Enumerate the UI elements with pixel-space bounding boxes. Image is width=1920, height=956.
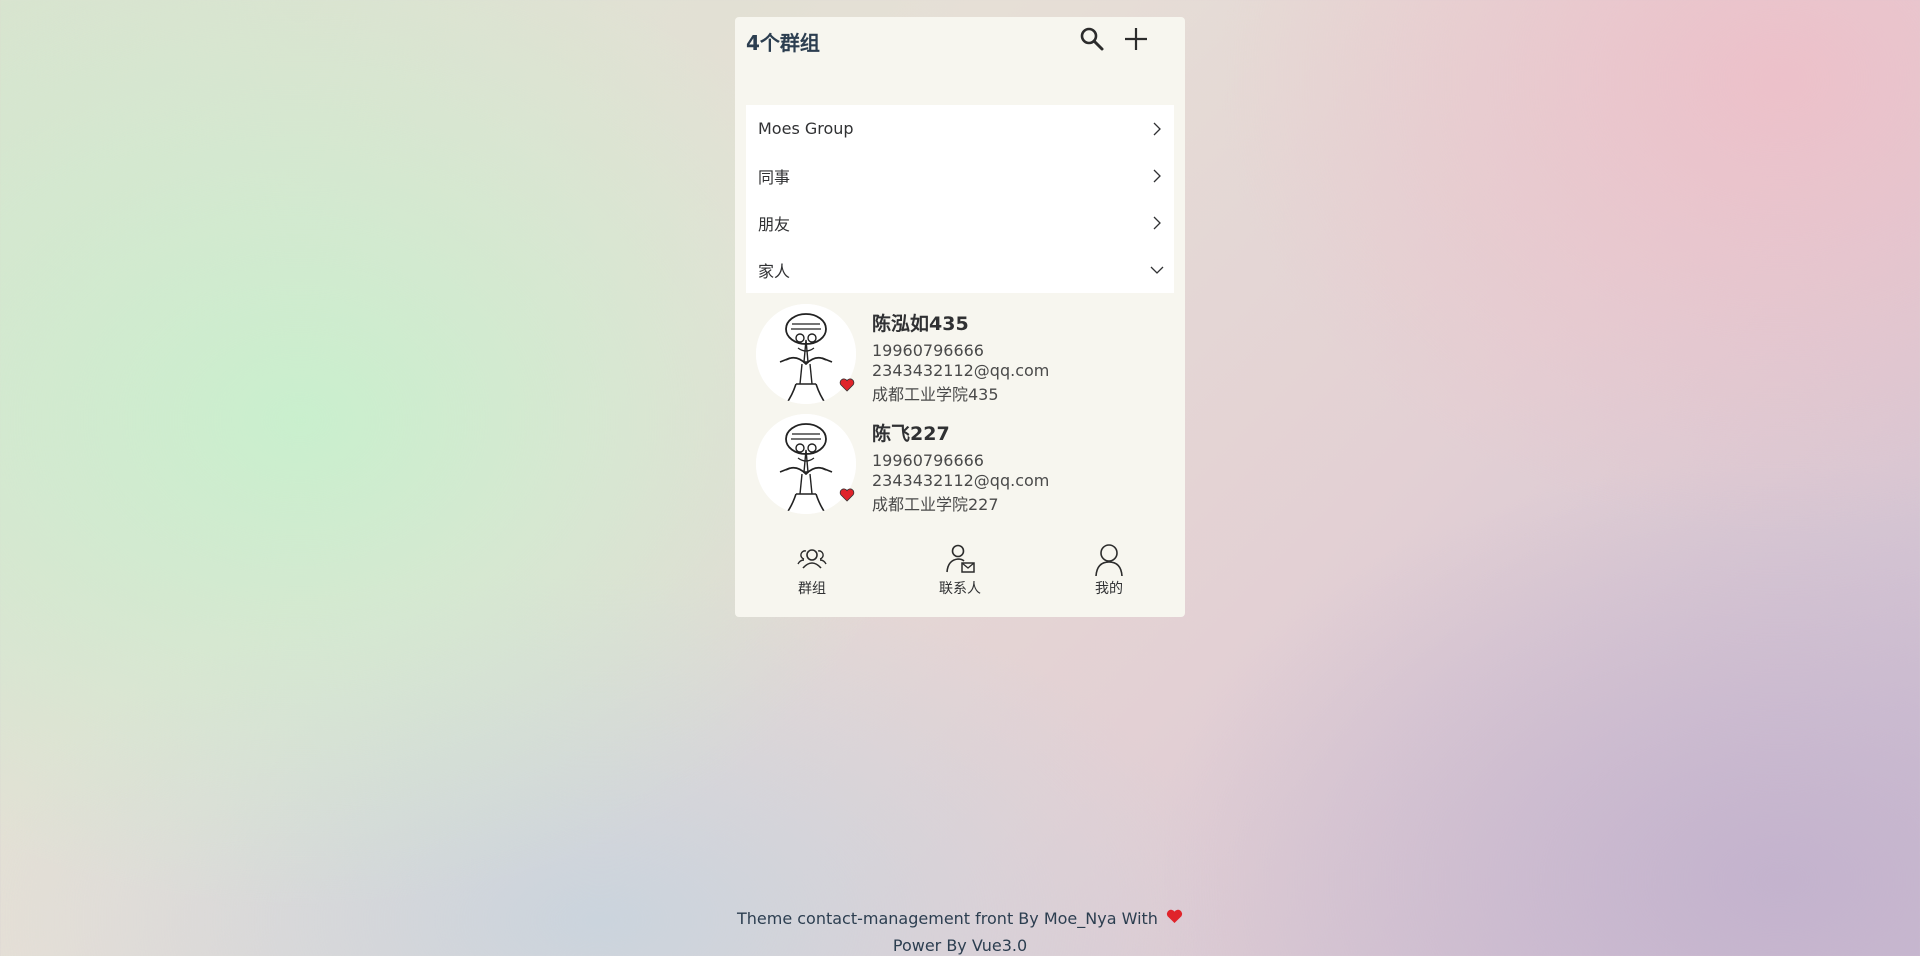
group-label: 朋友 <box>758 214 791 234</box>
group-label: 家人 <box>758 261 791 281</box>
heart-icon <box>1166 909 1183 924</box>
chevron-right-icon <box>1150 216 1164 230</box>
contact-phone: 19960796666 <box>872 451 984 470</box>
group-label: 同事 <box>758 167 791 187</box>
group-item-friends[interactable]: 朋友 <box>746 199 1174 246</box>
group-label: Moes Group <box>758 119 854 138</box>
chevron-right-icon <box>1150 122 1164 136</box>
group-item-colleagues[interactable]: 同事 <box>746 152 1174 199</box>
page-title: 4个群组 <box>746 31 820 55</box>
contact-email: 2343432112@qq.com <box>872 361 1050 380</box>
contact-list: 陈泓如435 19960796666 2343432112@qq.com 成都工… <box>746 302 1174 522</box>
contact-name: 陈泓如435 <box>872 313 969 335</box>
tab-label: 群组 <box>798 581 826 597</box>
bottom-tab-bar: 群组 联系人 我的 <box>735 542 1185 617</box>
group-item-family[interactable]: 家人 <box>746 246 1174 293</box>
contact-phone: 19960796666 <box>872 341 984 360</box>
favorite-heart-icon <box>839 488 855 502</box>
footer-line-2: Power By Vue3.0 <box>892 936 1028 955</box>
contact-school: 成都工业学院435 <box>872 385 999 404</box>
tab-groups[interactable]: 群组 <box>762 542 862 598</box>
contact-school: 成都工业学院227 <box>872 495 999 514</box>
contact-email: 2343432112@qq.com <box>872 471 1050 490</box>
footer-line-1: Theme contact-management front By Moe_Ny… <box>0 905 1920 932</box>
chevron-down-icon <box>1150 263 1164 277</box>
favorite-heart-icon <box>839 378 855 392</box>
search-icon[interactable] <box>1078 25 1106 53</box>
tab-label: 我的 <box>1095 581 1123 597</box>
footer: Theme contact-management front By Moe_Ny… <box>0 905 1920 956</box>
contact-name: 陈飞227 <box>872 423 950 445</box>
contact-card[interactable]: 陈泓如435 19960796666 2343432112@qq.com 成都工… <box>746 302 1174 412</box>
contact-mail-icon <box>943 542 977 576</box>
plus-icon[interactable] <box>1122 25 1150 53</box>
tab-label: 联系人 <box>939 581 981 597</box>
tab-contacts[interactable]: 联系人 <box>910 542 1010 598</box>
app-panel: 4个群组 Moes Group 同事 朋友 家人 陈泓如435 19960796… <box>735 17 1185 617</box>
tab-mine[interactable]: 我的 <box>1059 542 1159 598</box>
chevron-right-icon <box>1150 169 1164 183</box>
contact-card[interactable]: 陈飞227 19960796666 2343432112@qq.com 成都工业… <box>746 412 1174 522</box>
header: 4个群组 <box>735 17 1185 71</box>
footer-credit-text: Theme contact-management front By Moe_Ny… <box>736 909 1158 928</box>
user-icon <box>1092 542 1126 576</box>
group-users-icon <box>795 542 829 576</box>
group-list: Moes Group 同事 朋友 家人 <box>746 105 1174 293</box>
group-item-moes-group[interactable]: Moes Group <box>746 105 1174 152</box>
